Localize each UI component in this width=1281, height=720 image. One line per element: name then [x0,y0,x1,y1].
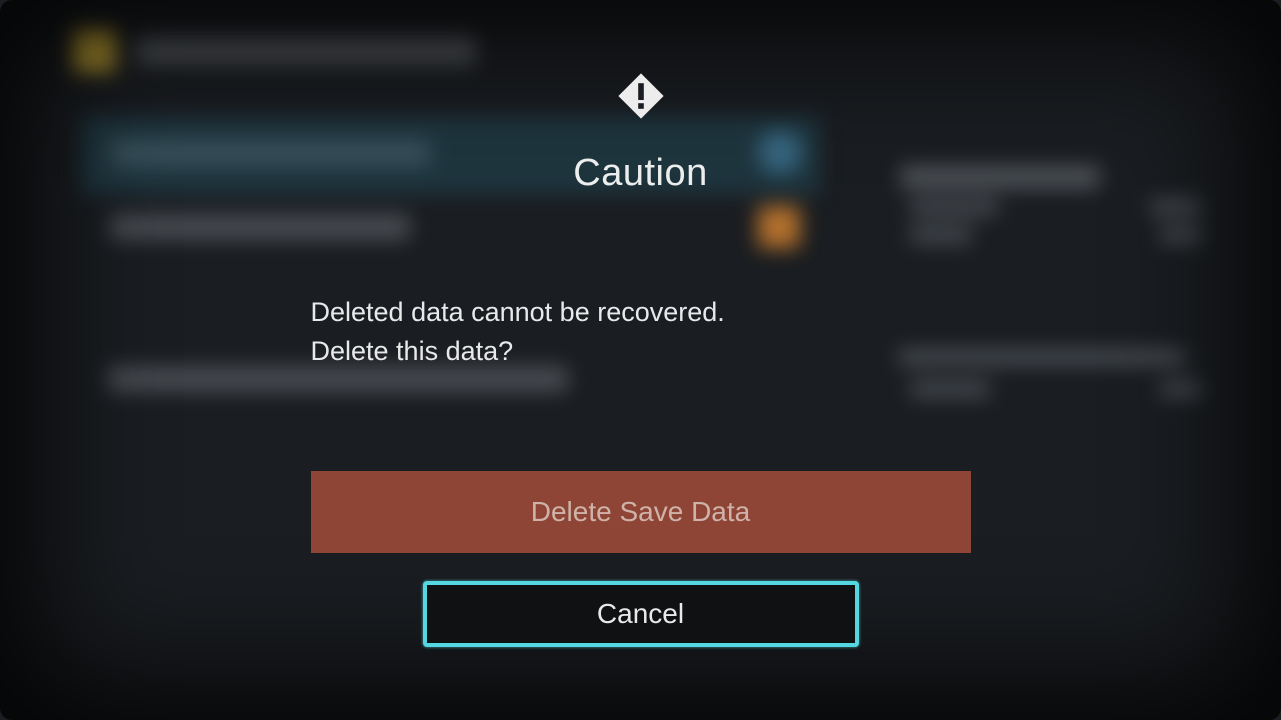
caution-icon [601,56,681,136]
dialog-title: Caution [573,152,707,195]
dialog-message: Deleted data cannot be recovered. Delete… [311,293,971,371]
cancel-button[interactable]: Cancel [423,581,859,647]
caution-dialog: Caution Deleted data cannot be recovered… [311,56,971,647]
delete-save-data-button[interactable]: Delete Save Data [311,471,971,553]
